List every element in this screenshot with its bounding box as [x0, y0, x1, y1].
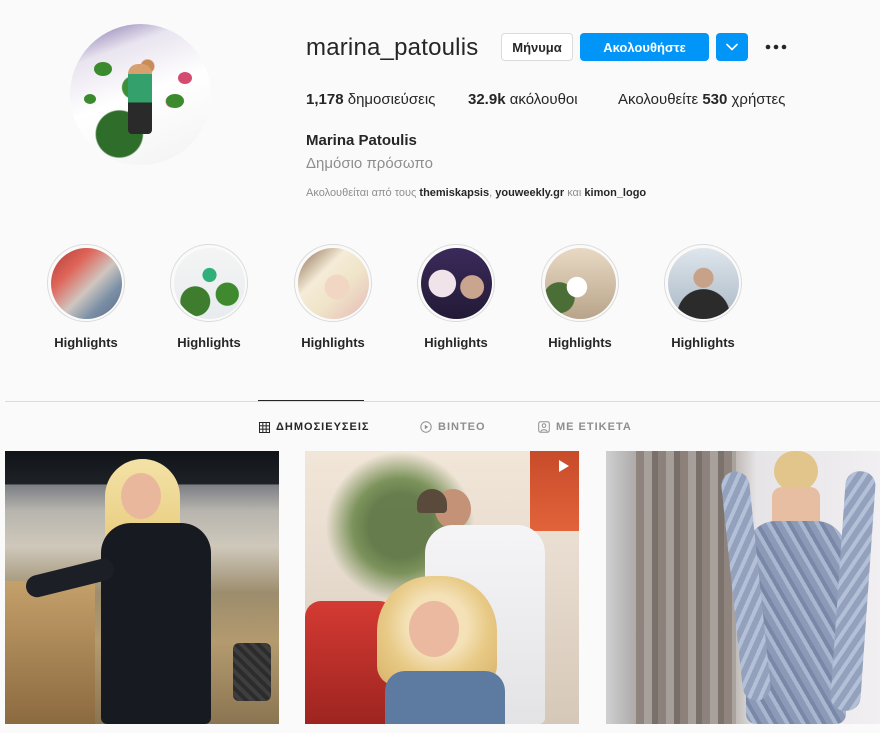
tab-tagged[interactable]: ΜΕ ΕΤΙΚΕΤΑ: [538, 420, 632, 434]
highlight-cover: [667, 247, 739, 319]
following-prefix: Ακολουθείτε: [618, 91, 699, 108]
tag-icon: [538, 421, 550, 433]
tab-posts-label: ΔΗΜΟΣΙΕΥΣΕΙΣ: [276, 421, 370, 433]
followed-by-user[interactable]: kimon_logo: [584, 187, 646, 199]
post-thumbnail[interactable]: [5, 451, 279, 724]
following-count[interactable]: Ακολουθείτε 530 χρήστες: [618, 91, 785, 108]
message-button[interactable]: Μήνυμα: [501, 33, 573, 61]
tab-tagged-label: ΜΕ ΕΤΙΚΕΤΑ: [556, 421, 632, 433]
highlight-cover: [544, 247, 616, 319]
highlight-item[interactable]: Highlights: [540, 244, 620, 350]
followers-count[interactable]: 32.9k ακόλουθοι: [468, 91, 578, 108]
highlight-cover: [297, 247, 369, 319]
posts-count-label: δημοσιεύσεις: [347, 91, 436, 108]
highlight-item[interactable]: Highlights: [293, 244, 373, 350]
highlight-label: Highlights: [301, 335, 365, 350]
highlight-cover: [173, 247, 245, 319]
followers-count-value: 32.9k: [468, 91, 506, 108]
profile-category: Δημόσιο πρόσωπο: [306, 155, 433, 172]
highlight-item[interactable]: Highlights: [416, 244, 496, 350]
chevron-down-icon: [726, 43, 738, 51]
highlight-cover: [420, 247, 492, 319]
grid-icon: [259, 421, 270, 433]
post-thumbnail[interactable]: [305, 451, 579, 724]
post-thumbnail[interactable]: [606, 451, 880, 724]
tab-video-label: ΒΙΝΤΕΟ: [438, 421, 486, 433]
profile-avatar[interactable]: [70, 24, 211, 165]
posts-count: 1,178 δημοσιεύσεις: [306, 91, 435, 108]
tabs-divider: [5, 401, 880, 402]
video-icon: [420, 421, 432, 433]
posts-count-value: 1,178: [306, 91, 344, 108]
suggested-accounts-button[interactable]: [716, 33, 748, 61]
highlight-item[interactable]: Highlights: [663, 244, 743, 350]
highlight-label: Highlights: [177, 335, 241, 350]
highlight-label: Highlights: [671, 335, 735, 350]
highlight-label: Highlights: [548, 335, 612, 350]
highlight-item[interactable]: Highlights: [169, 244, 249, 350]
highlight-cover: [50, 247, 122, 319]
tab-video[interactable]: ΒΙΝΤΕΟ: [420, 420, 486, 434]
followed-by-and: και: [567, 187, 582, 199]
following-count-value: 530: [702, 91, 728, 108]
username: marina_patoulis: [306, 34, 479, 61]
video-icon: [559, 460, 569, 472]
highlight-item[interactable]: Highlights: [46, 244, 126, 350]
followed-by-prefix: Ακολουθείται από τους: [306, 187, 417, 199]
highlight-label: Highlights: [424, 335, 488, 350]
follow-button[interactable]: Ακολουθήστε: [580, 33, 709, 61]
followed-by-user[interactable]: themiskapsis: [419, 187, 489, 199]
highlight-label: Highlights: [54, 335, 118, 350]
following-count-label: χρήστες: [731, 91, 786, 108]
active-tab-indicator: [258, 400, 364, 401]
followed-by-separator: ,: [489, 187, 493, 199]
more-horizontal-icon: [765, 44, 787, 50]
tab-posts[interactable]: ΔΗΜΟΣΙΕΥΣΕΙΣ: [259, 420, 370, 434]
more-options-button[interactable]: [762, 36, 790, 58]
followers-count-label: ακόλουθοι: [509, 91, 578, 108]
full-name: Marina Patoulis: [306, 132, 417, 149]
followed-by[interactable]: Ακολουθείται από τους themiskapsis, youw…: [306, 187, 646, 199]
followed-by-user[interactable]: youweekly.gr: [495, 187, 564, 199]
